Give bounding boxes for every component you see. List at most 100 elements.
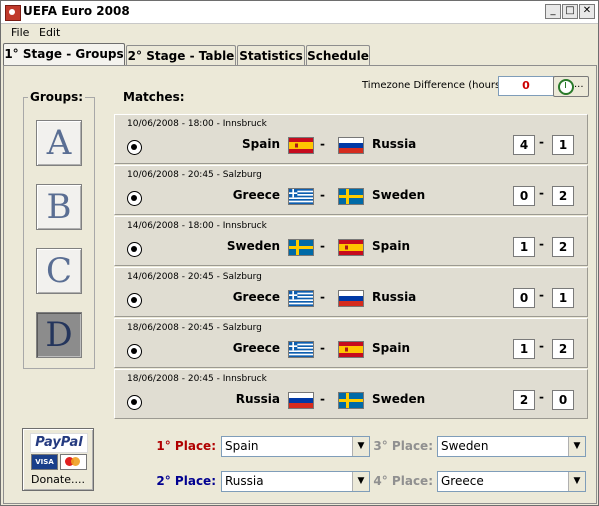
timezone-button-label: ...: [574, 79, 584, 90]
score-dash: -: [539, 288, 544, 302]
tab-statistics[interactable]: Statistics: [237, 45, 305, 66]
matches-label: Matches:: [121, 90, 187, 104]
score-dash: -: [539, 237, 544, 251]
match-row: 18/06/2008 - 20:45 - Innsbruck Russia - Swe…: [114, 369, 588, 419]
groups-box: Groups: A B C D: [23, 90, 95, 369]
sweden-flag-icon: [338, 188, 364, 205]
group-c-button[interactable]: C: [36, 248, 82, 294]
away-score-input[interactable]: 1: [552, 135, 574, 155]
versus-dash: -: [320, 290, 325, 304]
russia-flag-icon: [338, 137, 364, 154]
match-row: 10/06/2008 - 18:00 - Innsbruck Spain - Russ…: [114, 114, 588, 164]
home-score-input[interactable]: 2: [513, 390, 535, 410]
away-team: Spain: [372, 341, 410, 355]
sweden-flag-icon: [288, 239, 314, 256]
football-icon: [127, 293, 142, 308]
russia-flag-icon: [338, 290, 364, 307]
timezone-button[interactable]: ...: [553, 76, 589, 97]
chevron-down-icon[interactable]: ▼: [568, 437, 585, 456]
match-row: 18/06/2008 - 20:45 - Salzburg Greece - Spai…: [114, 318, 588, 368]
first-place-select[interactable]: Spain ▼: [221, 436, 370, 457]
football-icon: [127, 140, 142, 155]
donate-label: Donate....: [31, 473, 85, 486]
group-d-button[interactable]: D: [36, 312, 82, 358]
groups-panel: Groups: A B C D Matches: Timezone Differ…: [3, 65, 597, 504]
group-a-button[interactable]: A: [36, 120, 82, 166]
home-team: Greece: [232, 290, 280, 304]
first-place-label: 1° Place:: [156, 439, 216, 453]
away-team: Sweden: [372, 392, 426, 406]
away-team: Russia: [372, 290, 417, 304]
second-place-label: 2° Place:: [156, 474, 216, 488]
home-team: Greece: [232, 188, 280, 202]
away-score-input[interactable]: 0: [552, 390, 574, 410]
away-team: Russia: [372, 137, 417, 151]
clock-icon: [558, 79, 574, 95]
away-team: Sweden: [372, 188, 426, 202]
match-date: 18/06/2008 - 20:45 - Salzburg: [127, 323, 262, 333]
sweden-flag-icon: [338, 392, 364, 409]
maximize-button[interactable]: □: [562, 4, 578, 19]
match-date: 10/06/2008 - 18:00 - Innsbruck: [127, 119, 267, 129]
home-score-input[interactable]: 4: [513, 135, 535, 155]
mastercard-icon: [60, 454, 87, 470]
app-window: UEFA Euro 2008 _ □ ✕ File Edit 1° Stage …: [0, 0, 599, 506]
score-dash: -: [539, 135, 544, 149]
spain-flag-icon: [338, 239, 364, 256]
home-score-input[interactable]: 0: [513, 288, 535, 308]
football-icon: [127, 395, 142, 410]
away-team: Spain: [372, 239, 410, 253]
menu-edit[interactable]: Edit: [39, 26, 60, 39]
tab-bar: 1° Stage - Groups 2° Stage - Table Stati…: [3, 43, 598, 67]
title-bar: UEFA Euro 2008 _ □ ✕: [1, 1, 598, 24]
football-icon: [127, 344, 142, 359]
score-dash: -: [539, 339, 544, 353]
fourth-place-select[interactable]: Greece ▼: [437, 471, 586, 492]
minimize-button[interactable]: _: [545, 4, 561, 19]
third-place-select[interactable]: Sweden ▼: [437, 436, 586, 457]
greece-flag-icon: [288, 188, 314, 205]
football-icon: [127, 242, 142, 257]
match-date: 10/06/2008 - 20:45 - Salzburg: [127, 170, 262, 180]
home-team: Greece: [232, 341, 280, 355]
fourth-place-value: Greece: [441, 474, 484, 488]
third-place-value: Sweden: [441, 439, 489, 453]
match-row: 14/06/2008 - 20:45 - Salzburg Greece - Russ…: [114, 267, 588, 317]
tab-schedule[interactable]: Schedule: [306, 45, 370, 66]
match-date: 18/06/2008 - 20:45 - Innsbruck: [127, 374, 267, 384]
greece-flag-icon: [288, 290, 314, 307]
fourth-place-label: 4° Place:: [373, 474, 433, 488]
second-place-value: Russia: [225, 474, 264, 488]
visa-icon: VISA: [31, 454, 58, 470]
spain-flag-icon: [338, 341, 364, 358]
close-button[interactable]: ✕: [579, 4, 595, 19]
versus-dash: -: [320, 341, 325, 355]
match-row: 14/06/2008 - 18:00 - Innsbruck Sweden - Spa…: [114, 216, 588, 266]
timezone-input[interactable]: 0: [498, 76, 554, 96]
match-date: 14/06/2008 - 18:00 - Innsbruck: [127, 221, 267, 231]
tab-table[interactable]: 2° Stage - Table: [126, 45, 236, 66]
home-score-input[interactable]: 1: [513, 237, 535, 257]
home-team: Russia: [235, 392, 280, 406]
versus-dash: -: [320, 392, 325, 406]
second-place-select[interactable]: Russia ▼: [221, 471, 370, 492]
away-score-input[interactable]: 1: [552, 288, 574, 308]
spain-flag-icon: [288, 137, 314, 154]
group-b-button[interactable]: B: [36, 184, 82, 230]
home-score-input[interactable]: 1: [513, 339, 535, 359]
chevron-down-icon[interactable]: ▼: [568, 472, 585, 491]
tab-groups[interactable]: 1° Stage - Groups: [3, 43, 125, 67]
app-icon: [5, 5, 21, 21]
away-score-input[interactable]: 2: [552, 186, 574, 206]
score-dash: -: [539, 186, 544, 200]
menu-file[interactable]: File: [11, 26, 29, 39]
home-score-input[interactable]: 0: [513, 186, 535, 206]
away-score-input[interactable]: 2: [552, 237, 574, 257]
away-score-input[interactable]: 2: [552, 339, 574, 359]
menu-bar: File Edit: [1, 24, 598, 42]
first-place-value: Spain: [225, 439, 259, 453]
timezone-label: Timezone Difference (hours):: [362, 80, 508, 91]
donate-button[interactable]: PayPal VISA Donate....: [22, 428, 94, 491]
versus-dash: -: [320, 188, 325, 202]
score-dash: -: [539, 390, 544, 404]
